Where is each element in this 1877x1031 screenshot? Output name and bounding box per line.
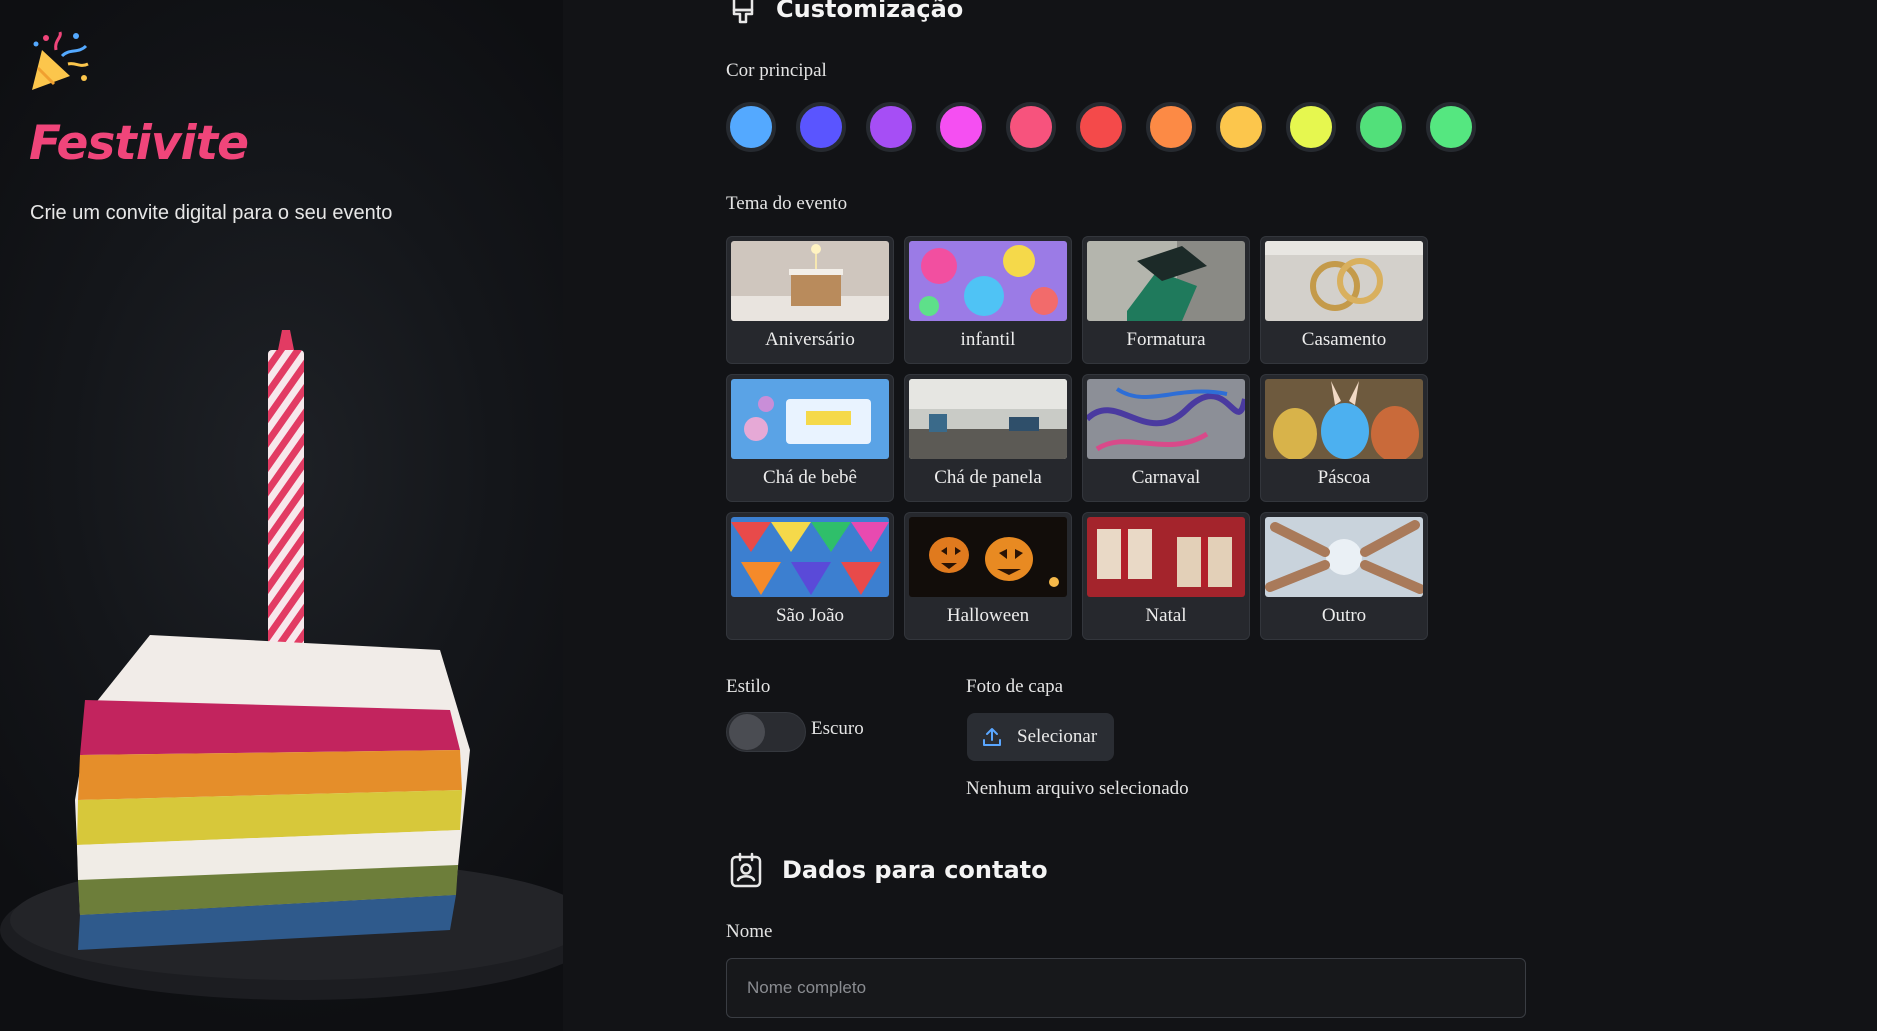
theme-thumbnail (1087, 241, 1245, 321)
color-swatch[interactable] (1146, 102, 1196, 152)
theme-name: Aniversário (765, 329, 855, 350)
theme-name: Chá de bebê (763, 467, 857, 488)
theme-thumbnail (909, 241, 1067, 321)
theme-name: Carnaval (1131, 467, 1201, 488)
color-swatch[interactable] (1006, 102, 1056, 152)
brush-icon (732, 0, 754, 24)
theme-thumbnail (1087, 517, 1245, 597)
tagline: Crie um convite digital para o seu event… (30, 202, 393, 224)
theme-name: São João (775, 605, 845, 626)
theme-thumbnail (731, 379, 889, 459)
color-swatch[interactable] (866, 102, 916, 152)
theme-card[interactable]: Aniversário (726, 236, 894, 364)
theme-name: infantil (960, 329, 1016, 350)
contact-heading: Dados para contato (728, 852, 1048, 888)
theme-card[interactable]: infantil (904, 236, 1072, 364)
brand-logo-text: Festivite (29, 116, 249, 171)
contact-title: Dados para contato (782, 856, 1048, 884)
theme-card[interactable]: Páscoa (1260, 374, 1428, 502)
theme-card[interactable]: Carnaval (1082, 374, 1250, 502)
theme-name: Páscoa (1317, 467, 1371, 488)
theme-thumbnail (909, 517, 1067, 597)
theme-card[interactable]: Chá de panela (904, 374, 1072, 502)
theme-name: Natal (1145, 605, 1187, 626)
select-file-button[interactable]: Selecionar (967, 713, 1114, 761)
color-swatch[interactable] (1076, 102, 1126, 152)
upload-icon (983, 728, 1001, 746)
contact-card-icon (730, 852, 762, 888)
theme-thumbnail (909, 379, 1067, 459)
theme-card[interactable]: Natal (1082, 512, 1250, 640)
theme-thumbnail (731, 241, 889, 321)
theme-thumbnail (1087, 379, 1245, 459)
color-swatch[interactable] (1286, 102, 1336, 152)
customization-heading: Customização (728, 0, 963, 24)
theme-label: Tema do evento (726, 193, 848, 214)
theme-thumbnail (1265, 517, 1423, 597)
theme-card[interactable]: São João (726, 512, 894, 640)
color-swatch[interactable] (936, 102, 986, 152)
cover-label: Foto de capa (966, 676, 1064, 697)
theme-grid: Aniversário infantil Formatura Casamento Chá… (726, 236, 1428, 640)
color-swatch[interactable] (726, 102, 776, 152)
customization-title: Customização (776, 0, 964, 23)
color-swatch[interactable] (1356, 102, 1406, 152)
color-label: Cor principal (726, 60, 827, 81)
theme-name: Chá de panela (934, 467, 1042, 488)
theme-card[interactable]: Halloween (904, 512, 1072, 640)
color-swatch[interactable] (1216, 102, 1266, 152)
style-toggle[interactable] (726, 712, 806, 752)
theme-card[interactable]: Casamento (1260, 236, 1428, 364)
cake-illustration (0, 330, 563, 1000)
theme-card[interactable]: Chá de bebê (726, 374, 894, 502)
no-file-text: Nenhum arquivo selecionado (966, 778, 1189, 799)
toggle-knob (729, 714, 765, 750)
party-popper-icon (32, 31, 89, 90)
style-label: Estilo (726, 676, 771, 697)
theme-thumbnail (1265, 241, 1423, 321)
color-swatch[interactable] (1426, 102, 1476, 152)
hero-panel: Festivite Crie um convite digital para o… (0, 0, 563, 1031)
theme-card[interactable]: Outro (1260, 512, 1428, 640)
color-picker (726, 102, 1476, 152)
theme-name: Formatura (1126, 329, 1206, 350)
theme-thumbnail (731, 517, 889, 597)
theme-name: Halloween (946, 605, 1030, 626)
name-label: Nome (726, 921, 773, 942)
theme-card[interactable]: Formatura (1082, 236, 1250, 364)
name-input[interactable] (726, 958, 1526, 1018)
select-file-label: Selecionar (1017, 726, 1098, 747)
theme-name: Outro (1321, 605, 1367, 626)
color-swatch[interactable] (796, 102, 846, 152)
style-value-label: Escuro (811, 718, 864, 739)
theme-name: Casamento (1301, 329, 1387, 350)
theme-thumbnail (1265, 379, 1423, 459)
